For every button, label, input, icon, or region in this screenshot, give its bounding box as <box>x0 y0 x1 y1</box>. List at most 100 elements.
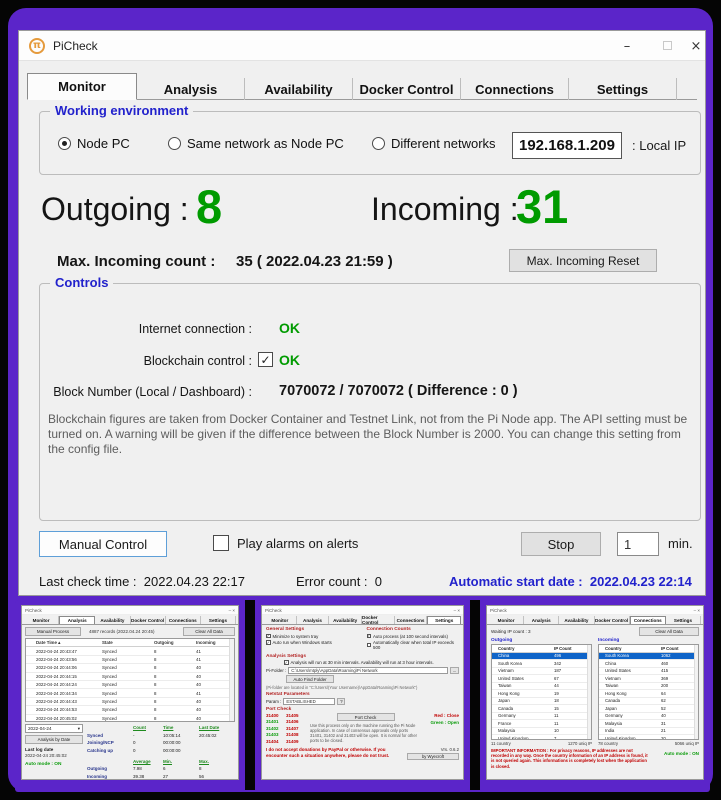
main-tab[interactable]: Connections <box>461 78 569 100</box>
analysis-table-row[interactable]: 2022-04-24 20:44:06Synced 840 <box>26 664 234 672</box>
country-row[interactable]: United Kingdom7 <box>492 735 591 740</box>
scrollbar[interactable] <box>694 645 698 739</box>
country-row[interactable]: Canada62 <box>599 698 698 706</box>
param-input[interactable]: ESTABLISHED <box>283 698 335 705</box>
country-row[interactable]: Canada15 <box>492 705 591 713</box>
main-tab[interactable]: Analysis <box>137 78 245 100</box>
country-row[interactable]: Malaysia31 <box>599 720 698 728</box>
mini-tab[interactable]: Connections <box>630 616 666 624</box>
country-row[interactable]: Japan52 <box>599 705 698 713</box>
analysis-table-row[interactable]: 2022-04-24 20:43:47Synced 841 <box>26 647 234 655</box>
country-row[interactable]: Vietnam369 <box>599 675 698 683</box>
pi-logo-icon: π <box>29 38 45 54</box>
country-row[interactable]: Malaysia10 <box>492 728 591 736</box>
main-tab[interactable]: Docker Control <box>353 78 461 100</box>
country-row[interactable]: Germany40 <box>599 713 698 721</box>
clear-all-data-button[interactable]: Clear All Data <box>183 627 235 636</box>
mini-tab[interactable]: Docker Control <box>362 616 395 624</box>
analysis-table-row[interactable]: 2022-04-24 20:44:15Synced 840 <box>26 673 234 681</box>
mini-tab[interactable]: Settings <box>666 616 701 624</box>
help-button[interactable]: ? <box>337 698 345 705</box>
analysis-table-row[interactable]: 2022-04-24 20:45:02Synced 840 <box>26 715 234 722</box>
auto-find-folder-button[interactable]: Auto Find Folder <box>286 675 334 683</box>
country-row[interactable]: Vietnam187 <box>492 668 591 676</box>
max-incoming-reset-button[interactable]: Max. Incoming Reset <box>509 249 657 272</box>
analysis-table-row[interactable]: 2022-04-24 20:44:53Synced 840 <box>26 706 234 714</box>
mini-tab[interactable]: Monitor <box>264 616 297 624</box>
incoming-table[interactable]: Country IP Count South Korea1062 <box>598 644 699 740</box>
mini-tab[interactable]: Monitor <box>489 616 524 624</box>
pi-folder-input[interactable]: C:\Users\mtply\AppData\Roaming\Pi Networ… <box>288 667 448 674</box>
scrollbar[interactable] <box>587 645 591 739</box>
settings-checkbox-item[interactable]: Automatically clear when total IP exceed… <box>367 640 460 650</box>
radio-node-pc[interactable]: Node PC <box>58 136 130 151</box>
country-row[interactable]: Hong Kong64 <box>599 690 698 698</box>
country-row[interactable]: United Kingdom20 <box>599 735 698 740</box>
local-ip-input[interactable] <box>512 132 622 159</box>
connections-thumbnail[interactable]: PiCheck – × MonitorAnalysisAvailabilityD… <box>480 600 710 792</box>
mini-tab[interactable]: Connections <box>166 616 201 624</box>
country-row[interactable]: Taiwan200 <box>599 683 698 691</box>
port-check-button[interactable]: Port Check <box>337 713 395 721</box>
auto-mode-status: Auto mode : ON <box>655 748 699 769</box>
stop-button[interactable]: Stop <box>521 532 601 556</box>
settings-thumbnail[interactable]: PiCheck – × MonitorAnalysisAvailabilityD… <box>255 600 470 792</box>
country-row[interactable]: Japan18 <box>492 698 591 706</box>
clear-all-data-button[interactable]: Clear All Data <box>639 627 699 636</box>
blockchain-control-checkbox[interactable]: ✓ <box>258 352 273 367</box>
country-row[interactable]: Taiwan44 <box>492 683 591 691</box>
analysis-table-row[interactable]: 2022-04-24 20:44:24Synced 840 <box>26 681 234 689</box>
radio-same-network[interactable]: Same network as Node PC <box>168 136 344 151</box>
credit-button[interactable]: by Wyecroft <box>407 753 459 760</box>
analysis-interval-checkbox[interactable]: ✓ Analysis will run at 30 min intervals.… <box>284 660 459 665</box>
main-tab[interactable]: Settings <box>569 78 677 100</box>
mini-tab[interactable]: Analysis <box>524 616 559 624</box>
main-tab[interactable]: Availability <box>245 78 353 100</box>
country-row[interactable]: South Korea1062 <box>599 653 698 661</box>
analysis-table-row[interactable]: 2022-04-24 20:44:34Synced 841 <box>26 689 234 697</box>
donation-warning: I do not accept donations by PayPal or o… <box>266 747 407 758</box>
maximize-icon[interactable] <box>647 39 687 54</box>
mini-tab[interactable]: Connections <box>395 616 428 624</box>
settings-checkbox-item[interactable]: ✓Auto run when Windows starts <box>266 640 359 645</box>
country-row[interactable]: France11 <box>492 720 591 728</box>
radio-different-networks[interactable]: Different networks <box>372 136 496 151</box>
close-icon[interactable]: × <box>687 39 705 54</box>
analysis-table[interactable]: Date Time ▴ State Outgoing Incoming 2022… <box>25 638 235 722</box>
browse-folder-button[interactable]: ... <box>450 667 459 674</box>
settings-checkbox-item[interactable]: ✓Minimize to system tray <box>266 634 359 639</box>
country-row[interactable]: United States415 <box>599 668 698 676</box>
country-row[interactable]: Hong Kong19 <box>492 690 591 698</box>
interval-input[interactable] <box>617 532 659 556</box>
country-row[interactable]: Germany11 <box>492 713 591 721</box>
settings-checkbox-item[interactable]: ✓Auto process (at 100 second intervals) <box>367 634 460 639</box>
analysis-table-row[interactable]: 2022-04-24 20:43:56Synced 841 <box>26 656 234 664</box>
scrollbar[interactable] <box>229 639 234 721</box>
mini-tab[interactable]: Settings <box>201 616 236 624</box>
play-alarms-checkbox[interactable] <box>213 535 229 551</box>
mini-tab[interactable]: Availability <box>559 616 594 624</box>
analysis-thumbnail[interactable]: PiCheck – × MonitorAnalysisAvailabilityD… <box>15 600 245 792</box>
mini-tab[interactable]: Docker Control <box>131 616 166 624</box>
analysis-by-date-button[interactable]: Analysis by Date <box>25 735 83 744</box>
country-row[interactable]: India21 <box>599 728 698 736</box>
stats-row: Outgoing7.98 68 <box>87 765 235 773</box>
country-row[interactable]: United States67 <box>492 675 591 683</box>
country-row[interactable]: China496 <box>492 653 591 661</box>
mini-tab[interactable]: Analysis <box>59 616 95 624</box>
mini-tab[interactable]: Settings <box>427 616 461 624</box>
mini-tab[interactable]: Availability <box>329 616 362 624</box>
mini-tab[interactable]: Docker Control <box>595 616 630 624</box>
mini-tab[interactable]: Analysis <box>297 616 330 624</box>
minimize-icon[interactable]: – <box>607 39 647 54</box>
manual-control-button[interactable]: Manual Control <box>39 531 167 557</box>
analysis-table-row[interactable]: 2022-04-24 20:44:43Synced 840 <box>26 698 234 706</box>
mini-tab[interactable]: Monitor <box>24 616 59 624</box>
manual-process-button[interactable]: Manual Process <box>25 627 81 636</box>
country-row[interactable]: South Korea342 <box>492 660 591 668</box>
date-dropdown[interactable]: 2022-04-24 ▾ <box>25 724 83 733</box>
main-tab[interactable]: Monitor <box>27 73 137 100</box>
country-row[interactable]: China460 <box>599 660 698 668</box>
outgoing-table[interactable]: Country IP Count China496 Sout <box>491 644 592 740</box>
mini-tab[interactable]: Availability <box>95 616 130 624</box>
